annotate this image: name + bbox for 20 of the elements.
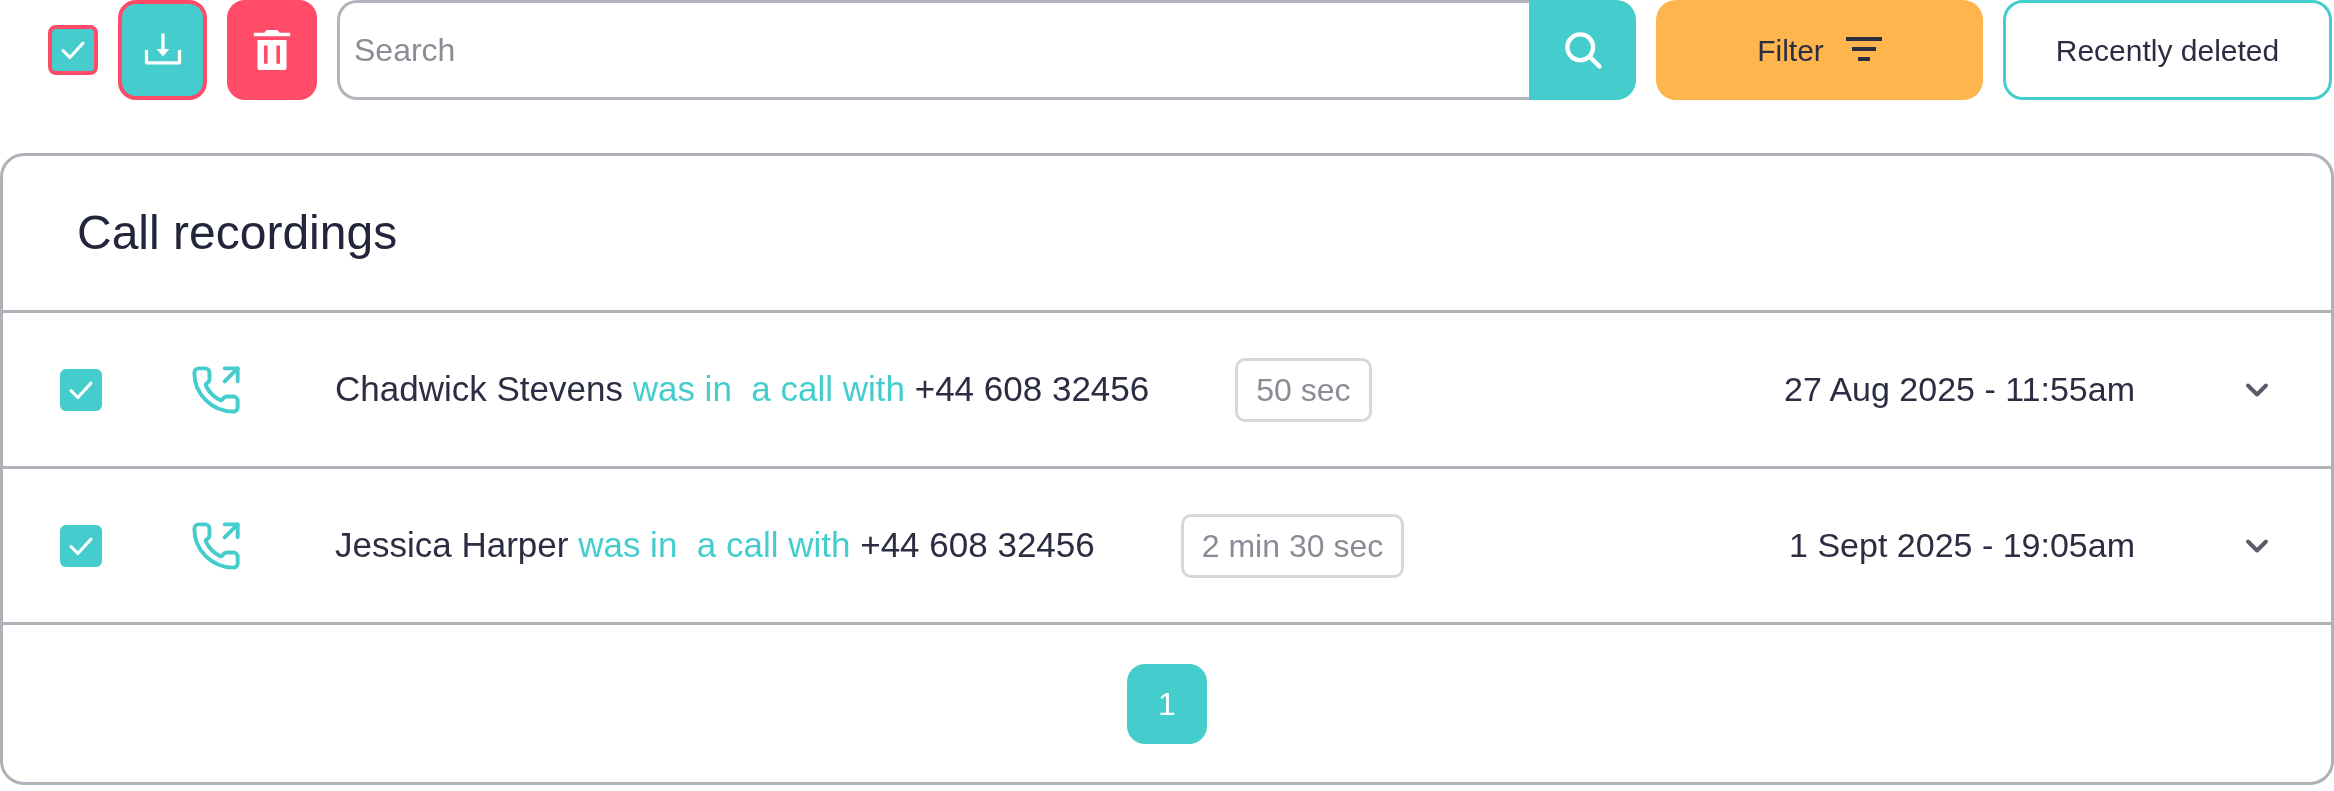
- call-description: Jessica Harper was in a call with +44 608 32456: [335, 524, 1095, 567]
- duration-badge: 2 min 30 sec: [1180, 513, 1405, 578]
- filter-button[interactable]: Filter: [1656, 0, 1983, 100]
- phone-outgoing-icon: [190, 363, 242, 416]
- call-description: Chadwick Stevens was in a call with +44 608 32456: [335, 368, 1150, 411]
- checkbox[interactable]: [48, 25, 98, 75]
- download-button[interactable]: [118, 0, 207, 100]
- card-title: Call recordings: [77, 205, 398, 261]
- call-datetime: 27 Aug 2025 - 11:55am: [1784, 369, 2135, 410]
- phone-outgoing-icon: [190, 519, 242, 572]
- search-field[interactable]: Search: [337, 0, 1529, 100]
- call-datetime: 1 Sept 2025 - 19:05am: [1789, 525, 2135, 566]
- search-button[interactable]: [1529, 0, 1636, 100]
- trash-icon: [252, 28, 292, 72]
- delete-button[interactable]: [227, 0, 317, 100]
- duration-badge: 50 sec: [1235, 357, 1372, 422]
- checkbox[interactable]: [60, 368, 102, 411]
- checkbox[interactable]: [60, 524, 102, 567]
- recently-deleted-button[interactable]: Recently deleted: [2003, 0, 2332, 100]
- filter-icon: [1845, 37, 1882, 63]
